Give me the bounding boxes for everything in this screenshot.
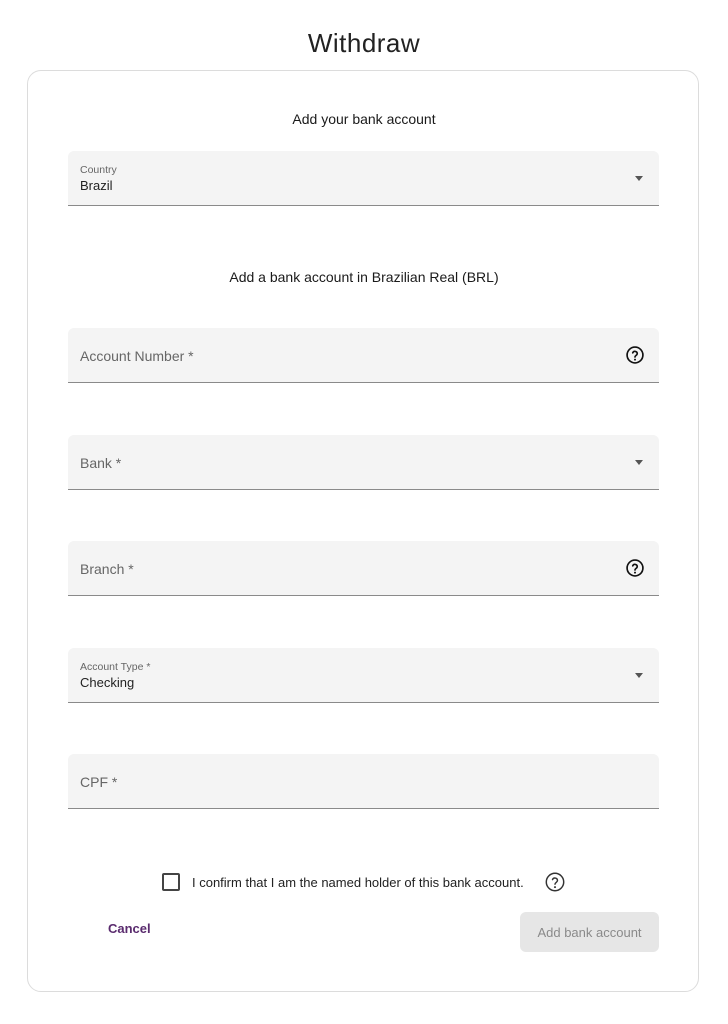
account-type-select[interactable]: Account Type * Checking — [68, 648, 659, 703]
bank-placeholder: Bank * — [80, 455, 122, 471]
chevron-down-icon[interactable] — [635, 176, 643, 181]
add-bank-account-card: Add your bank account Country Brazil Add… — [27, 70, 699, 992]
currency-subheading: Add a bank account in Brazilian Real (BR… — [229, 269, 499, 285]
cpf-placeholder: CPF * — [80, 774, 118, 790]
help-circle-icon[interactable] — [625, 558, 645, 578]
branch-placeholder: Branch * — [80, 561, 134, 577]
country-value: Brazil — [80, 178, 113, 193]
account-type-value: Checking — [80, 675, 135, 690]
help-circle-icon[interactable] — [625, 345, 645, 365]
confirm-holder-row: I confirm that I am the named holder of … — [28, 871, 700, 895]
bank-select[interactable]: Bank * — [68, 435, 659, 490]
page-title: Withdraw — [307, 28, 421, 58]
account-number-field[interactable]: Account Number * — [68, 328, 659, 383]
card-heading: Add your bank account — [292, 111, 436, 127]
chevron-down-icon[interactable] — [635, 673, 643, 678]
branch-field[interactable]: Branch * — [68, 541, 659, 596]
country-label: Country — [80, 164, 117, 176]
account-type-label: Account Type * — [80, 661, 151, 673]
help-circle-icon[interactable] — [544, 871, 566, 893]
confirm-holder-label[interactable]: I confirm that I am the named holder of … — [192, 875, 524, 890]
country-select[interactable]: Country Brazil — [68, 151, 659, 206]
cpf-field[interactable]: CPF * — [68, 754, 659, 809]
cancel-button[interactable]: Cancel — [88, 913, 171, 944]
account-number-placeholder: Account Number * — [80, 348, 194, 364]
add-bank-account-button[interactable]: Add bank account — [520, 912, 659, 952]
checkbox-unchecked-icon[interactable] — [162, 873, 180, 891]
chevron-down-icon[interactable] — [635, 460, 643, 465]
